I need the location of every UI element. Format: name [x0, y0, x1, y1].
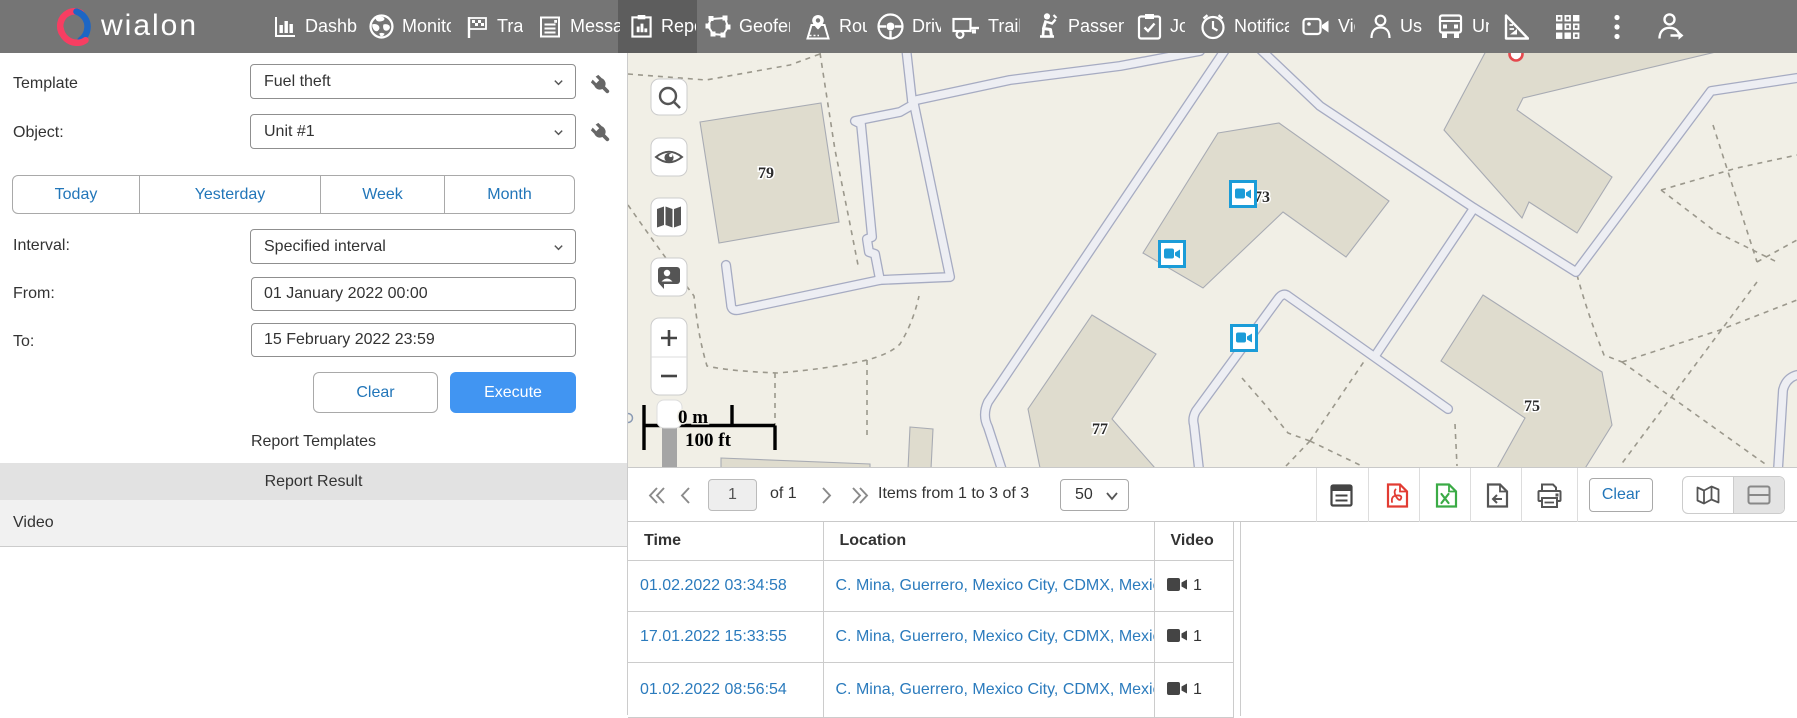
svg-text:77: 77	[1092, 421, 1108, 438]
svg-text:0 m: 0 m	[678, 407, 708, 428]
svg-text:79: 79	[758, 165, 774, 182]
svg-text:100 ft: 100 ft	[685, 430, 732, 451]
svg-text:75: 75	[1524, 398, 1540, 415]
